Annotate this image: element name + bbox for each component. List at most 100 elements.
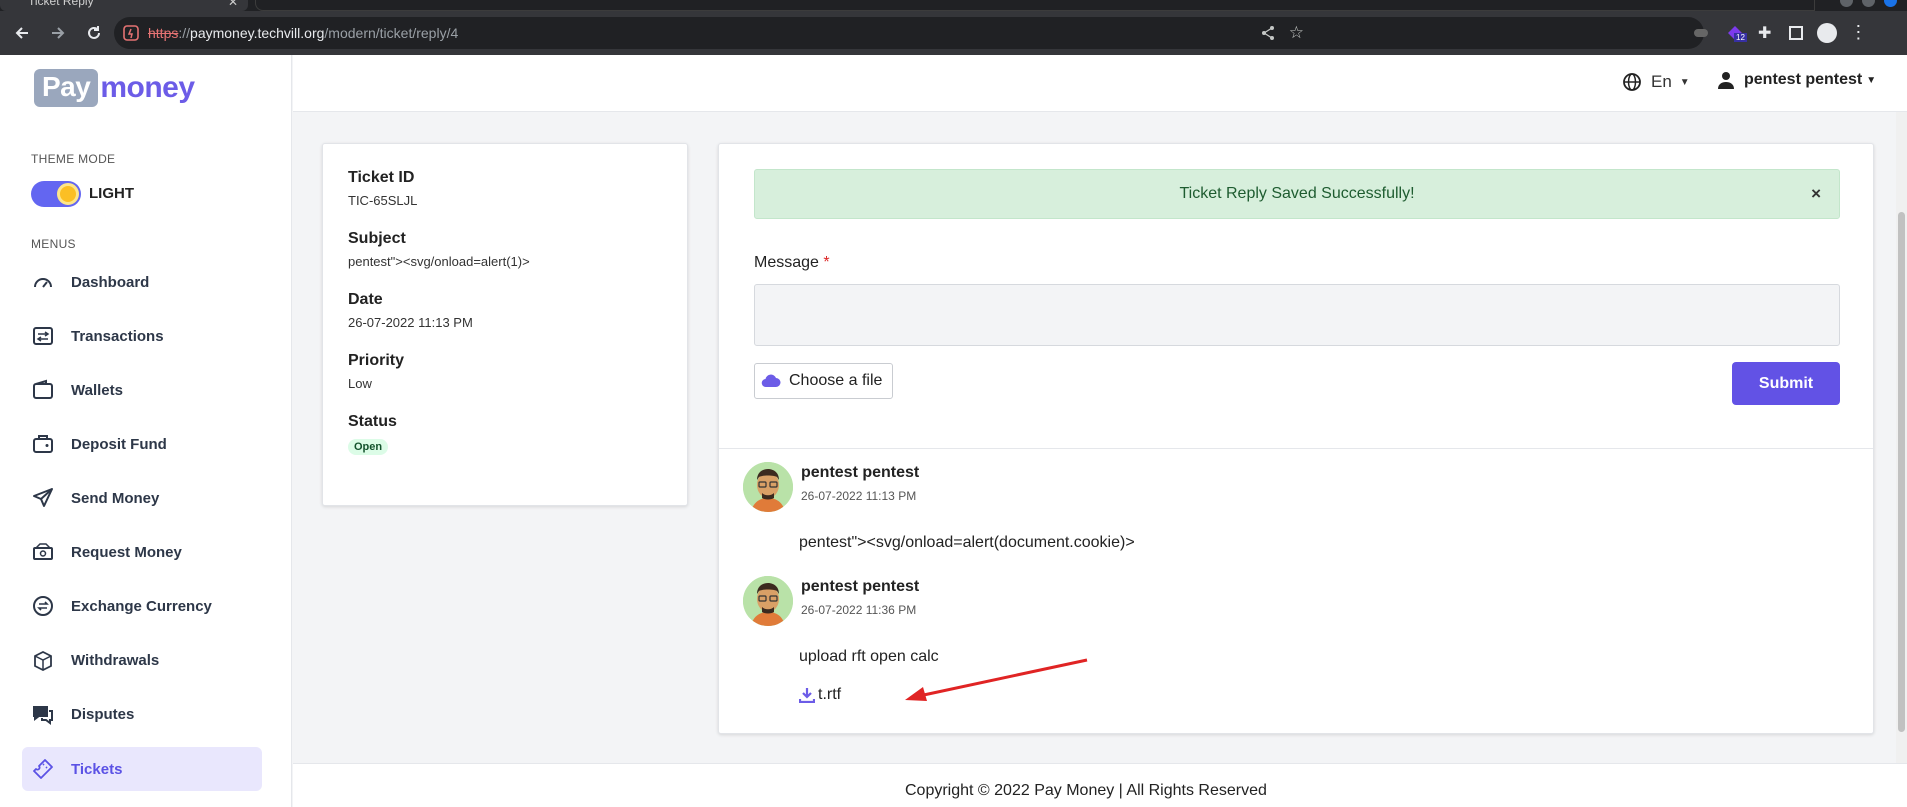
menus-label: MENUS [31,237,76,251]
browser-toolbar: https://paymoney.techvill.org/modern/tic… [0,11,1907,55]
extensions-area: 12 ✚ ⋮ [1694,22,1867,43]
sidebar-item-withdrawals[interactable]: Withdrawals [22,638,262,682]
not-secure-icon[interactable] [122,24,140,42]
theme-toggle[interactable] [31,181,81,207]
page-scrollbar[interactable] [1896,112,1907,763]
ticket-info-card: Ticket ID TIC-65SLJL Subject pentest"><s… [322,143,688,506]
back-icon[interactable] [8,19,36,47]
url-host: paymoney.techvill.org [190,25,325,41]
puzzle-extensions-icon[interactable]: ✚ [1758,23,1771,43]
alert-message: Ticket Reply Saved Successfully! [1179,185,1415,202]
deposit-icon [30,431,56,457]
extension-mask-icon[interactable] [1694,28,1708,37]
date-label: Date [348,291,383,308]
sidebar-item-send-money[interactable]: Send Money [22,476,262,520]
window-close-icon[interactable] [1884,0,1897,7]
sidebar-item-deposit-fund[interactable]: Deposit Fund [22,422,262,466]
cloud-upload-icon [761,374,781,388]
sidebar-item-label: Deposit Fund [71,435,167,453]
sidebar-item-label: Request Money [71,543,182,561]
attachment-link[interactable]: t.rtf [799,686,841,704]
reply-author: pentest pentest [801,578,920,595]
reload-icon[interactable] [80,19,108,47]
message-label-text: Message [754,254,819,271]
sidebar-item-label: Exchange Currency [71,597,212,615]
tab-title: Ticket Reply [28,0,94,8]
sidebar-item-label: Transactions [71,327,164,345]
ticket-id-value: TIC-65SLJL [348,193,418,208]
forward-icon[interactable] [44,19,72,47]
browser-tab[interactable]: Ticket Reply ✕ [0,0,248,11]
sidebar-item-dashboard[interactable]: Dashboard [22,260,262,304]
sidebar-item-tickets[interactable]: Tickets [22,747,262,791]
alert-close-icon[interactable]: × [1811,184,1821,204]
language-selector[interactable]: En ▼ [1622,72,1690,92]
sidebar-item-label: Wallets [71,381,123,399]
avatar [743,576,793,626]
request-money-icon [30,539,56,565]
globe-icon [1623,73,1641,91]
scrollbar-thumb[interactable] [1898,212,1905,732]
url-protocol: https [148,25,179,41]
sidebar-item-request-money[interactable]: Request Money [22,530,262,574]
ticket-reply-card: Ticket Reply Saved Successfully! × Messa… [718,143,1874,734]
sidebar-item-transactions[interactable]: Transactions [22,314,262,358]
exchange-icon [30,593,56,619]
window-minimize-icon[interactable] [1840,0,1853,7]
sidebar-item-disputes[interactable]: Disputes [22,692,262,736]
side-panel-icon[interactable] [1789,25,1804,40]
ticket-icon [30,756,56,782]
sidebar-item-label: Send Money [71,489,160,507]
divider [719,448,1873,449]
share-icon[interactable] [1260,25,1276,41]
sidebar: Pay money THEME MODE LIGHT MENUS Dashboa… [0,55,292,807]
extension-badge-icon[interactable]: 12 [1726,24,1747,42]
success-alert: Ticket Reply Saved Successfully! × [754,169,1840,219]
priority-label: Priority [348,352,405,369]
user-icon [1718,72,1734,89]
reply-date: 26-07-2022 11:36 PM [801,603,917,617]
annotation-arrow-icon [905,658,1088,701]
choose-file-button[interactable]: Choose a file [754,363,893,399]
subject-label: Subject [348,230,406,247]
subject-value: pentest"><svg/onload=alert(1)> [348,254,530,269]
wallet-icon [30,377,56,403]
sun-icon [57,183,79,205]
new-tab-area [255,0,1815,11]
choose-file-label: Choose a file [789,372,883,389]
required-mark: * [823,254,830,271]
chevron-down-icon: ▼ [1679,76,1690,88]
page-footer: Copyright © 2022 Pay Money | All Rights … [293,763,1907,807]
message-textarea[interactable] [754,284,1840,346]
address-bar[interactable]: https://paymoney.techvill.org/modern/tic… [114,17,1704,49]
sidebar-item-wallets[interactable]: Wallets [22,368,262,412]
bookmark-star-icon[interactable]: ☆ [1289,23,1304,43]
chrome-menu-icon[interactable]: ⋮ [1849,22,1867,43]
user-name: pentest pentest [1744,71,1863,88]
submit-button[interactable]: Submit [1732,362,1840,405]
user-menu[interactable]: pentest pentest ▼ [1717,71,1876,89]
url-path: /modern/ticket/reply/4 [324,25,459,41]
status-badge: Open [348,439,389,455]
reply-message: pentest"><svg/onload=alert(document.cook… [799,534,1135,551]
window-maximize-icon[interactable] [1862,0,1875,7]
paymoney-logo[interactable]: Pay money [34,69,195,107]
chevron-down-icon: ▼ [1866,74,1877,86]
profile-avatar-icon[interactable] [1817,22,1838,43]
avatar [743,462,793,512]
send-icon [30,485,56,511]
theme-mode-label: THEME MODE [31,152,116,166]
extension-badge-count: 12 [1734,32,1747,42]
status-label: Status [348,413,397,430]
dashboard-icon [30,269,56,295]
sidebar-item-label: Dashboard [71,273,150,291]
date-value: 26-07-2022 11:13 PM [348,315,473,330]
sidebar-item-exchange-currency[interactable]: Exchange Currency [22,584,262,628]
top-header: En ▼ pentest pentest ▼ [293,55,1907,112]
sidebar-item-label: Withdrawals [71,651,160,669]
priority-value: Low [348,376,372,391]
copyright-text: Copyright © 2022 Pay Money | All Rights … [905,782,1267,799]
tab-close-icon[interactable]: ✕ [228,0,238,9]
disputes-icon [30,701,56,727]
sidebar-item-label: Disputes [71,705,135,723]
